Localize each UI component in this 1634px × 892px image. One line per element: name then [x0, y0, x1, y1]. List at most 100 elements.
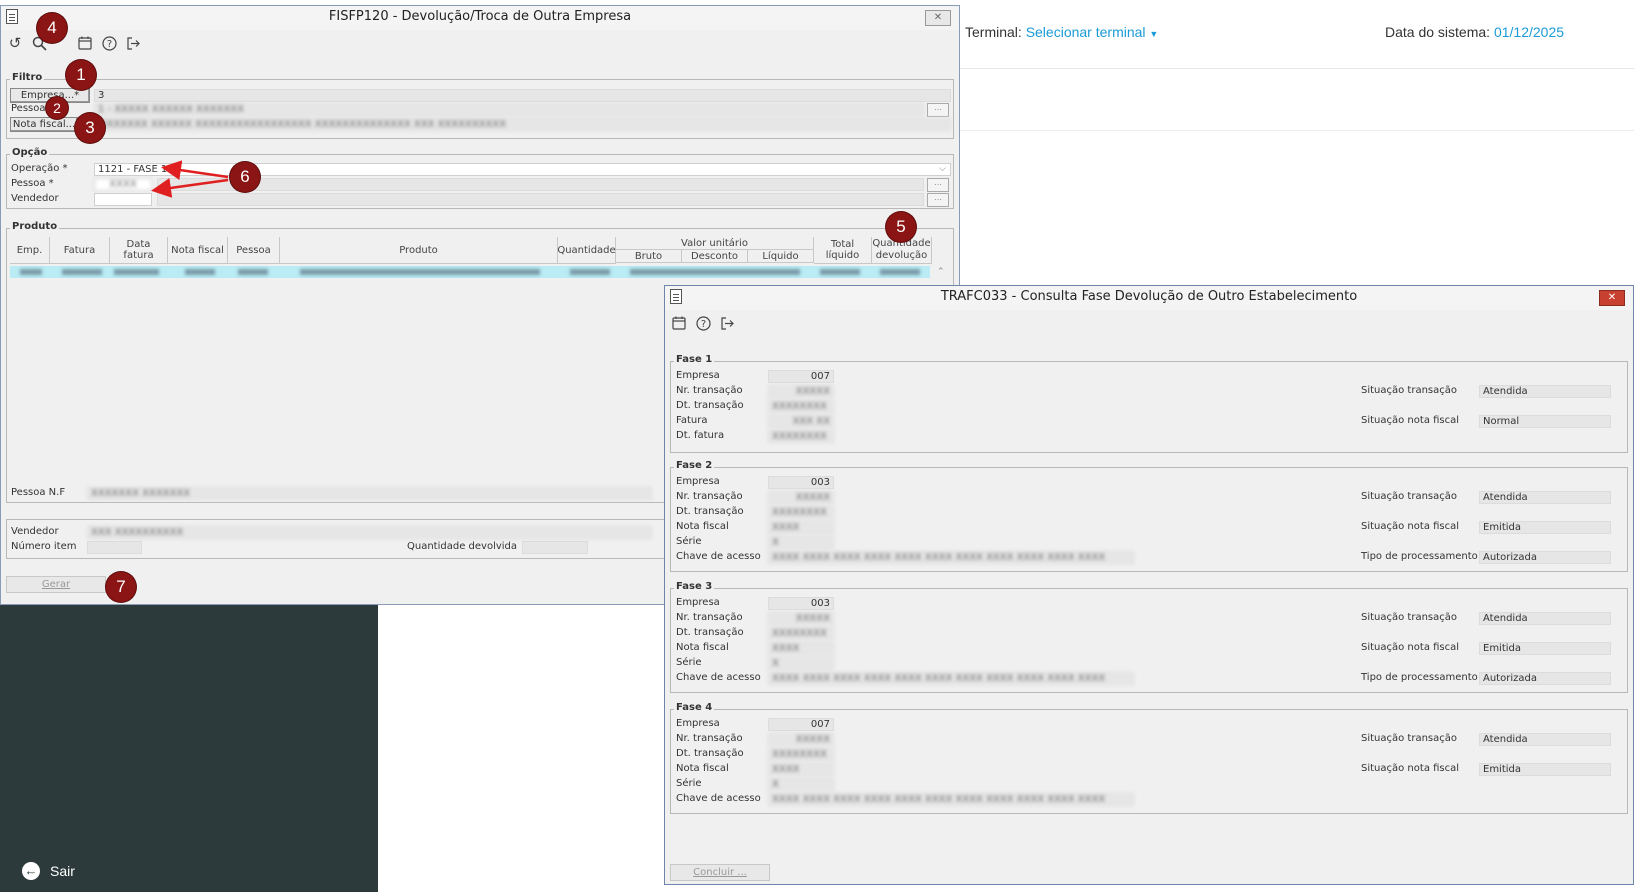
document-icon-2	[670, 289, 682, 304]
nota-fiscal-label: Nota fiscal	[676, 521, 729, 532]
close-button-2[interactable]: ✕	[1599, 290, 1625, 306]
situacao-transacao-label: Situação transação	[1361, 491, 1458, 502]
pessoa-lookup-button[interactable]: ⋯	[927, 103, 949, 117]
chave-acesso-field: XXXX XXXX XXXX XXXX XXXX XXXX XXXX XXXX …	[768, 672, 1134, 685]
window-title-2: TRAFC033 - Consulta Fase Devolução de Ou…	[940, 289, 1358, 304]
col-liquido[interactable]: Líquido	[748, 250, 814, 263]
annotation-badge-2: 2	[46, 97, 68, 119]
quantidade-devolvida-field	[522, 541, 588, 554]
col-pessoa[interactable]: Pessoa	[228, 237, 280, 264]
window-titlebar-2: TRAFC033 - Consulta Fase Devolução de Ou…	[665, 286, 1633, 310]
empresa-field: 007	[768, 370, 834, 383]
exit-icon-2[interactable]	[718, 314, 736, 332]
empresa-field[interactable]: 3	[94, 89, 951, 102]
tipo-processamento-label: Tipo de processamento	[1361, 551, 1478, 562]
vendedor-lookup-button[interactable]: ⋯	[927, 193, 949, 207]
pessoa-opcao-lookup-button[interactable]: ⋯	[927, 178, 949, 192]
serie-field: X	[768, 657, 834, 670]
close-button[interactable]: ✕	[925, 10, 951, 26]
dt-transacao-field: XXXXXXXX	[768, 627, 834, 640]
col-quantidade[interactable]: Quantidade	[557, 237, 616, 264]
serie-label: Série	[676, 778, 702, 789]
scroll-up-icon[interactable]: ⌃	[937, 267, 945, 277]
col-produto[interactable]: Produto	[280, 237, 558, 264]
tipo-processamento-field: Autorizada	[1479, 551, 1611, 564]
situacao-transacao-field: Atendida	[1479, 491, 1611, 504]
empresa-label: Empresa	[676, 370, 720, 381]
chevron-down-icon: ⌵	[939, 164, 946, 174]
annotation-badge-1: 1	[66, 60, 96, 90]
empresa-field: 003	[768, 476, 834, 489]
col-data-fatura[interactable]: Data fatura	[110, 237, 168, 264]
nr-transacao-label: Nr. transação	[676, 612, 743, 623]
dt-transacao-label: Dt. transação	[676, 748, 744, 759]
svg-text:?: ?	[106, 39, 111, 50]
table-row[interactable]	[10, 266, 930, 278]
nr-transacao-label: Nr. transação	[676, 385, 743, 396]
quantidade-devolvida-label: Quantidade devolvida	[407, 541, 518, 552]
nota-fiscal-label: Nota fiscal	[676, 642, 729, 653]
toolbar: ↺ ?	[1, 30, 959, 56]
system-date: Data do sistema: 01/12/2025	[1385, 24, 1565, 40]
sidebar	[0, 605, 378, 892]
nota-fiscal-field: XXXX	[768, 763, 834, 776]
chave-acesso-label: Chave de acesso	[676, 672, 761, 683]
empresa-field: 003	[768, 597, 834, 610]
sair-button[interactable]: ← Sair	[22, 862, 75, 880]
nota-fiscal-field[interactable]: XXXXXXXXX XXXXXX XXXXXXXXXXXXXXXXX XXXXX…	[82, 118, 951, 131]
help-icon-2[interactable]: ?	[694, 314, 712, 332]
annotation-badge-4: 4	[37, 13, 67, 43]
svg-text:?: ?	[700, 319, 705, 330]
col-nota-fiscal[interactable]: Nota fiscal	[168, 237, 228, 264]
blurred-row-content	[20, 269, 920, 275]
col-fatura[interactable]: Fatura	[50, 237, 110, 264]
chave-acesso-field: XXXX XXXX XXXX XXXX XXXX XXXX XXXX XXXX …	[768, 793, 1134, 806]
situacao-transacao-label: Situação transação	[1361, 612, 1458, 623]
nr-transacao-field: XXXXX	[768, 491, 834, 504]
col-total-liquido[interactable]: Total líquido	[814, 237, 872, 264]
situacao-transacao-label: Situação transação	[1361, 385, 1458, 396]
concluir-button[interactable]: Concluir ...	[670, 864, 770, 881]
situacao-nota-field: Emitida	[1479, 642, 1611, 655]
gerar-button[interactable]: Gerar	[6, 576, 106, 593]
serie-label: Série	[676, 657, 702, 668]
nota-fiscal-label: Nota fiscal	[676, 763, 729, 774]
numero-item-field	[87, 541, 142, 554]
fase-3-group: Fase 3 Empresa 003 Nr. transação XXXXX D…	[670, 581, 1628, 693]
col-valor-unitario[interactable]: Valor unitário	[616, 237, 814, 250]
col-emp[interactable]: Emp.	[10, 237, 50, 264]
annotation-badge-3: 3	[75, 113, 105, 143]
caret-down-icon: ▼	[1149, 29, 1159, 39]
window-title: FISFP120 - Devolução/Troca de Outra Empr…	[328, 9, 632, 24]
select-terminal-link[interactable]: Selecionar terminal ▼	[1026, 24, 1159, 40]
fatura-label: Fatura	[676, 415, 708, 426]
calendar-icon[interactable]	[76, 34, 94, 52]
serie-field: X	[768, 778, 834, 791]
vendedor-desc	[157, 193, 924, 206]
situacao-nota-label: Situação nota fiscal	[1361, 415, 1460, 426]
help-icon[interactable]: ?	[100, 34, 118, 52]
fase-2-group: Fase 2 Empresa 003 Nr. transação XXXXX D…	[670, 460, 1628, 572]
annotation-badge-5: 5	[886, 212, 916, 242]
dt-fatura-label: Dt. fatura	[676, 430, 725, 441]
nr-transacao-label: Nr. transação	[676, 491, 743, 502]
fatura-field: XXX XX	[768, 415, 834, 428]
vendedor-bottom-field: XXX XXXXXXXXXX	[87, 526, 652, 539]
produto-grid-header: Emp. Fatura Data fatura Nota fiscal Pess…	[10, 237, 940, 264]
refresh-icon[interactable]: ↺	[6, 34, 24, 52]
col-bruto[interactable]: Bruto	[616, 250, 682, 263]
tipo-processamento-label: Tipo de processamento	[1361, 672, 1478, 683]
exit-icon[interactable]	[124, 34, 142, 52]
nota-fiscal-button[interactable]: Nota fiscal...	[10, 117, 78, 132]
trafc033-window: TRAFC033 - Consulta Fase Devolução de Ou…	[664, 285, 1634, 885]
dt-transacao-field: XXXXXXXX	[768, 748, 834, 761]
document-icon	[6, 9, 18, 24]
nr-transacao-field: XXXXX	[768, 612, 834, 625]
fase-4-group: Fase 4 Empresa 007 Nr. transação XXXXX D…	[670, 702, 1628, 814]
col-desconto[interactable]: Desconto	[682, 250, 748, 263]
pessoa-field[interactable]: 1 - XXXXX XXXXXX XXXXXXX	[94, 103, 924, 116]
annotation-badge-7: 7	[106, 572, 136, 602]
nr-transacao-field: XXXXX	[768, 385, 834, 398]
pessoa-opcao-desc	[157, 178, 924, 191]
calendar-icon-2[interactable]	[670, 314, 688, 332]
